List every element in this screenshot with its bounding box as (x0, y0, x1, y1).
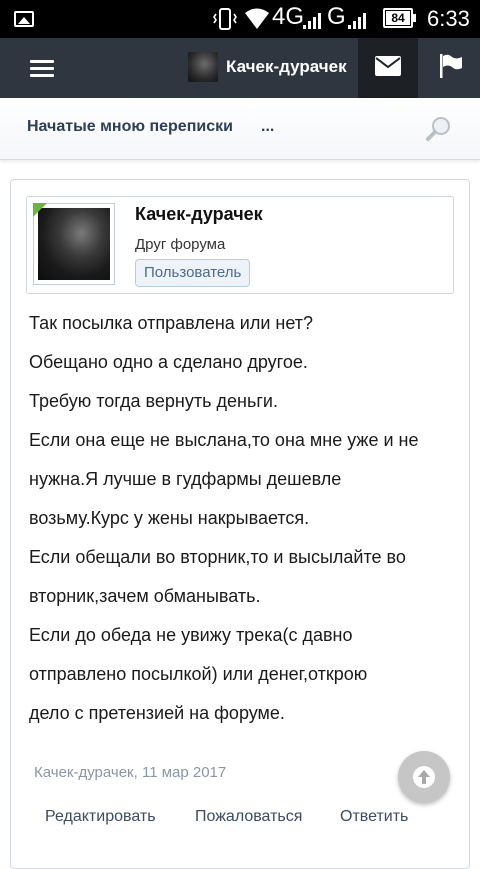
message-body: Так посылка отправлена или нет? Обещано … (29, 304, 454, 733)
message-line: Если обещали во вторник,то и высылайте в… (29, 547, 406, 567)
message-line: Если до обеда не увижу трека(с давно (29, 625, 353, 645)
avatar-image (38, 208, 110, 280)
message-line: Обещано одно а сделано другое. (29, 352, 308, 372)
header-username[interactable]: Качек-дурачек (226, 57, 347, 77)
wifi-icon (245, 8, 269, 29)
header-avatar[interactable] (188, 52, 218, 82)
message-line: дело с претензией на форуме. (29, 703, 285, 723)
menu-icon[interactable] (30, 60, 54, 78)
flag-icon (440, 54, 462, 78)
section-bar: Начатые мною переписки ... (0, 98, 480, 160)
message-line: вторник,зачем обманывать. (29, 586, 261, 606)
signal-icon-2 (348, 13, 366, 29)
report-button[interactable]: Пожаловаться (195, 808, 302, 826)
message-line: Требую тогда вернуть деньги. (29, 391, 278, 411)
signal-icon (303, 13, 321, 29)
section-title[interactable]: Начатые мною переписки (27, 118, 233, 136)
role-badge: Пользователь (135, 259, 251, 287)
network-type-label-2: G (327, 3, 346, 30)
message-line: отправлено посылкой) или денег,открою (29, 664, 368, 684)
envelope-icon (375, 56, 401, 76)
status-bar: 4G G 84 6:33 (0, 0, 480, 38)
more-button[interactable]: ... (261, 118, 274, 136)
network-type-label: 4G (272, 3, 305, 30)
online-indicator (33, 203, 47, 217)
battery-tip (413, 14, 416, 22)
clock: 6:33 (427, 6, 470, 31)
message-line: Так посылка отправлена или нет? (29, 313, 314, 333)
message-line: нужна.Я лучше в гудфармы дешевле (29, 469, 342, 489)
reply-button[interactable]: Ответить (340, 808, 408, 826)
battery-icon: 84 (383, 8, 413, 28)
header-user[interactable]: Качек-дурачек (188, 52, 347, 82)
battery-level: 84 (386, 11, 410, 25)
edit-button[interactable]: Редактировать (45, 808, 156, 826)
search-icon[interactable] (426, 116, 452, 142)
message-line: Если она еще не выслана,то она мне уже и… (29, 430, 419, 450)
post-meta[interactable]: Качек-дурачек, 11 мар 2017 (34, 764, 226, 781)
author-title: Друг форума (135, 236, 226, 253)
vibrate-icon (213, 8, 237, 30)
gallery-icon (14, 11, 34, 27)
message-line: возьму.Курс у жены накрывается. (29, 508, 310, 528)
inbox-button[interactable] (358, 38, 418, 98)
author-name[interactable]: Качек-дурачек (135, 204, 263, 225)
alerts-button[interactable] (420, 38, 480, 98)
scroll-to-top-button[interactable] (398, 751, 450, 803)
arrow-up-icon (413, 766, 435, 788)
forum-header: Качек-дурачек (0, 38, 480, 98)
